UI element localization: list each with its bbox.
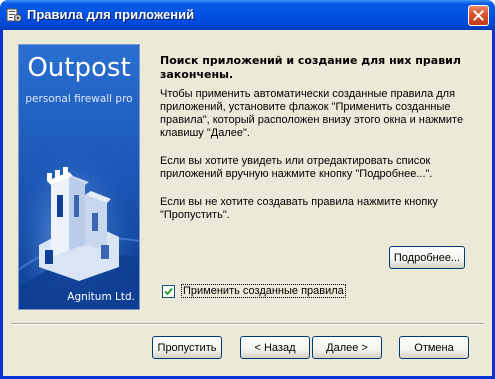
apply-rules-checkbox[interactable] <box>162 284 175 298</box>
next-button[interactable]: Далее > <box>312 336 382 359</box>
footer-divider <box>11 323 484 325</box>
brand-name: Outpost <box>27 53 131 83</box>
apply-rules-label[interactable]: Применить созданные правила <box>181 284 346 298</box>
skip-button[interactable]: Пропустить <box>152 336 222 359</box>
brand-subtitle: personal firewall pro <box>25 93 133 105</box>
fortress-illustration <box>19 45 139 309</box>
instructions-skip: Если вы не хотите создавать правила нажм… <box>160 196 438 221</box>
page-heading: Поиск приложений и создание для них прав… <box>160 54 461 81</box>
checkmark-icon <box>164 287 173 295</box>
close-button[interactable] <box>468 5 489 26</box>
vendor-name: Agnitum Ltd. <box>67 291 135 303</box>
instructions-details: Если вы хотите увидеть или отредактирова… <box>160 155 433 180</box>
dialog-body: Outpost personal firewall pro Agnitum Lt… <box>3 30 492 376</box>
window-title: Правила для приложений <box>27 7 195 22</box>
dialog-window: Правила для приложений Outpost personal … <box>0 0 495 379</box>
title-bar[interactable]: Правила для приложений <box>0 0 495 30</box>
close-icon <box>473 10 484 21</box>
cancel-button[interactable]: Отмена <box>399 336 469 359</box>
apply-rules-option[interactable]: Применить созданные правила <box>162 283 346 299</box>
product-banner: Outpost personal firewall pro Agnitum Lt… <box>18 44 140 310</box>
back-button[interactable]: < Назад <box>240 336 310 359</box>
details-button[interactable]: Подробнее... <box>389 246 465 269</box>
app-rules-icon <box>6 7 22 23</box>
instructions-apply: Чтобы применить автоматически созданные … <box>160 88 464 139</box>
